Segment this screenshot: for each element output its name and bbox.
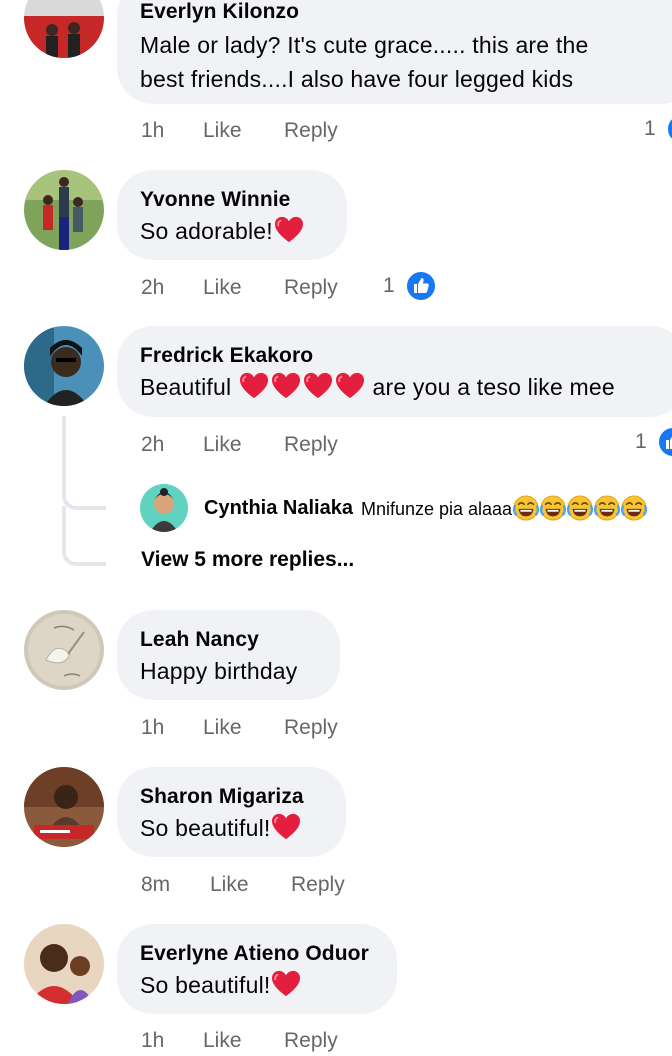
- avatar[interactable]: [24, 170, 104, 250]
- reaction-count[interactable]: 1: [383, 270, 437, 302]
- reply-preview[interactable]: Cynthia Naliaka Mnifunze pia alaaa: [140, 484, 647, 532]
- comment-text: So adorable!: [140, 214, 323, 248]
- commenter-name[interactable]: Leah Nancy: [140, 626, 316, 654]
- reply-button[interactable]: Reply: [291, 873, 345, 897]
- reply-text: Mnifunze pia alaaa: [361, 495, 647, 521]
- comment-time[interactable]: 1h: [141, 1029, 203, 1053]
- thread-line: [62, 460, 106, 510]
- avatar-image: [140, 484, 188, 532]
- comment-time[interactable]: 8m: [141, 873, 210, 897]
- reply-text-content: Mnifunze pia alaaa: [360, 499, 513, 519]
- commenter-name[interactable]: Everlyne Atieno Oduor: [140, 940, 373, 968]
- view-more-replies-link[interactable]: View 5 more replies...: [141, 548, 354, 572]
- thread-line: [62, 506, 106, 566]
- comment-text-content: So beautiful!: [140, 815, 271, 841]
- comment-text: So beautiful!: [140, 811, 322, 845]
- comment-text-content: are you a teso like mee: [372, 374, 615, 400]
- comment-actions: 2h Like Reply: [141, 430, 338, 460]
- heart-emoji-icon: [239, 372, 269, 400]
- avatar-image: [24, 610, 104, 690]
- commenter-name[interactable]: Sharon Migariza: [140, 783, 322, 811]
- reaction-count-number: 1: [644, 117, 656, 140]
- heart-emoji-icon: [303, 372, 333, 400]
- comment-bubble: Everlyne Atieno Oduor So beautiful!: [117, 924, 397, 1014]
- reaction-count[interactable]: 1: [635, 426, 672, 458]
- laughing-emoji-icon: [513, 495, 539, 521]
- comment-bubble: Fredrick Ekakoro Beautiful are you a tes…: [117, 326, 672, 417]
- avatar-image: [24, 924, 104, 1004]
- reaction-count-number: 1: [635, 430, 647, 453]
- avatar-image: [24, 767, 104, 847]
- avatar[interactable]: [24, 0, 104, 58]
- comment-text-content: So adorable!: [140, 218, 273, 244]
- laughing-emoji-icon: [540, 495, 566, 521]
- comment-text: So beautiful!: [140, 968, 373, 1002]
- reply-button[interactable]: Reply: [284, 276, 338, 300]
- heart-emoji-icon: [271, 372, 301, 400]
- reply-button[interactable]: Reply: [284, 119, 338, 143]
- heart-emoji-icon: [335, 372, 365, 400]
- reaction-count[interactable]: 1: [644, 113, 672, 145]
- like-reaction-icon: [666, 113, 672, 145]
- comment-time[interactable]: 2h: [141, 276, 203, 300]
- avatar-image: [24, 326, 104, 406]
- avatar[interactable]: [140, 484, 188, 532]
- comment-bubble: Everlyn Kilonzo Male or lady? It's cute …: [117, 0, 672, 104]
- comment-text: best friends....I also have four legged …: [140, 66, 574, 92]
- avatar[interactable]: [24, 326, 104, 406]
- comment-bubble: Sharon Migariza So beautiful!: [117, 767, 346, 857]
- comment-time[interactable]: 1h: [141, 119, 203, 143]
- like-button[interactable]: Like: [210, 873, 291, 897]
- comment-text: Male or lady? It's cute grace..... this …: [140, 32, 589, 58]
- like-button[interactable]: Like: [203, 1029, 284, 1053]
- commenter-name[interactable]: Everlyn Kilonzo: [140, 0, 672, 26]
- like-reaction-icon: [657, 426, 672, 458]
- comment-text: Beautiful are you a teso like mee: [140, 370, 663, 404]
- comment-actions: 1h Like Reply: [141, 116, 338, 146]
- laughing-emoji-icon: [594, 495, 620, 521]
- like-reaction-icon: [405, 270, 437, 302]
- reaction-count-number: 1: [383, 274, 395, 297]
- comment-text-content: Beautiful: [140, 374, 232, 400]
- comment-time[interactable]: 1h: [141, 716, 203, 740]
- comment-actions: 2h Like Reply: [141, 273, 338, 303]
- comment-actions: 1h Like Reply: [141, 713, 338, 743]
- commenter-name[interactable]: Fredrick Ekakoro: [140, 342, 663, 370]
- commenter-name[interactable]: Yvonne Winnie: [140, 186, 323, 214]
- heart-emoji-icon: [271, 813, 301, 841]
- reply-button[interactable]: Reply: [284, 433, 338, 457]
- laughing-emoji-icon: [621, 495, 647, 521]
- comment-actions: 8m Like Reply: [141, 870, 345, 900]
- comment-text-content: So beautiful!: [140, 972, 271, 998]
- comment-time[interactable]: 2h: [141, 433, 203, 457]
- reply-button[interactable]: Reply: [284, 716, 338, 740]
- reply-author-name[interactable]: Cynthia Naliaka: [204, 497, 353, 520]
- like-button[interactable]: Like: [203, 433, 284, 457]
- laughing-emoji-icon: [567, 495, 593, 521]
- comment-actions: 1h Like Reply: [141, 1026, 338, 1056]
- avatar-image: [24, 0, 104, 58]
- comment-bubble: Yvonne Winnie So adorable!: [117, 170, 347, 260]
- like-button[interactable]: Like: [203, 716, 284, 740]
- avatar[interactable]: [24, 767, 104, 847]
- like-button[interactable]: Like: [203, 119, 284, 143]
- avatar-image: [24, 170, 104, 250]
- avatar[interactable]: [24, 924, 104, 1004]
- reply-button[interactable]: Reply: [284, 1029, 338, 1053]
- comment-bubble: Leah Nancy Happy birthday: [117, 610, 340, 700]
- like-button[interactable]: Like: [203, 276, 284, 300]
- heart-emoji-icon: [271, 970, 301, 998]
- avatar[interactable]: [24, 610, 104, 690]
- comment-text: Happy birthday: [140, 658, 298, 684]
- heart-emoji-icon: [274, 216, 304, 244]
